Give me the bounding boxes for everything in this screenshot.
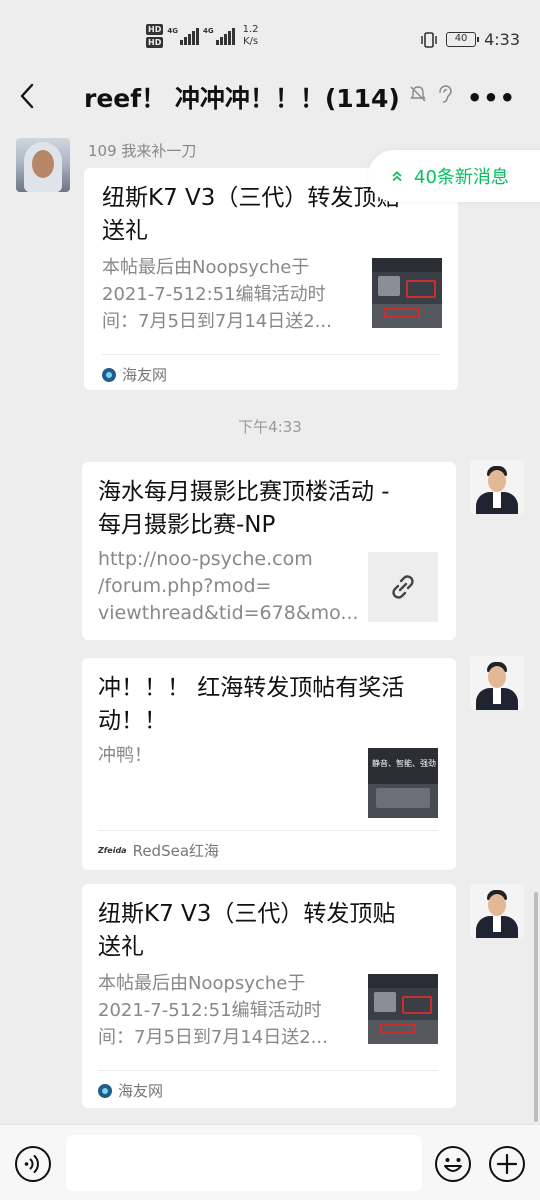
card-title-line: 纽斯K7 V3（三代）转发顶贴 [98,901,396,927]
card-desc-line: 2021-7-512:51编辑活动时 [102,284,326,305]
card-divider [98,1070,438,1071]
signal-icon-2: 4G [203,27,235,45]
battery-icon: 40 [446,32,480,47]
message-list[interactable]: 109 我来补一刀 纽斯K7 V3（三代）转发顶贴 送礼 本帖最后由Noopsy… [0,122,540,1124]
network-type-label: 4G [167,27,178,35]
card-title: 海水每月摄影比赛顶楼活动 - 每月摄影比赛-NP [98,476,390,542]
chat-header: reef！ 冲冲冲！！！(114) ••• [0,70,540,122]
source-logo-icon [98,1083,112,1098]
card-divider [98,830,438,831]
card-thumbnail: 静音、智能、强劲 [368,748,438,818]
source-name: RedSea红海 [132,842,220,860]
timestamp: 下午4:33 [238,418,302,436]
card-description: 本帖最后由Noopsyche于 2021-7-512:51编辑活动时 间：7月5… [102,254,332,335]
network-status: HD HD 4G 4G 1.2 K/s [146,24,259,48]
sender-name: 109 我来补一刀 [88,142,197,160]
link-card-message[interactable]: 海水每月摄影比赛顶楼活动 - 每月摄影比赛-NP http://noo-psyc… [82,462,456,640]
hd-badge: HD [146,24,164,35]
scrollbar[interactable] [534,892,538,1122]
card-thumbnail [372,258,442,328]
new-messages-button[interactable]: 40条新消息 [368,150,540,202]
chat-title: reef！ 冲冲冲！！！(114) [84,84,400,113]
card-title-line: 动！！ [98,708,167,734]
card-source: 海友网 [102,364,167,385]
ear-icon [439,85,452,103]
card-title: 纽斯K7 V3（三代）转发顶贴 送礼 [102,182,399,248]
message-input[interactable] [66,1135,422,1191]
card-description: 本帖最后由Noopsyche于 2021-7-512:51编辑活动时 间：7月5… [98,970,328,1051]
card-title-line: 每月摄影比赛-NP [98,512,276,538]
card-desc-line: viewthread&tid=678&mo... [98,602,359,624]
card-description: http://noo-psyche.com /forum.php?mod= vi… [98,546,359,627]
my-avatar[interactable] [470,460,524,514]
double-chevron-up-icon [392,171,402,182]
link-thumbnail [368,552,438,622]
sender-avatar[interactable] [16,138,70,192]
card-source: 海友网 [98,1080,163,1101]
network-type-label-2: 4G [202,27,214,35]
more-options-button[interactable]: ••• [467,84,516,112]
card-desc-line: 冲鸭！ [98,745,152,766]
card-divider [102,354,440,355]
source-name: 海友网 [118,1082,164,1100]
vibrate-icon [421,31,437,48]
card-desc-line: 间：7月5日到7月14日送2... [98,1027,328,1048]
card-title-line: 海水每月摄影比赛顶楼活动 - [98,479,390,505]
mute-bell-icon [410,86,426,102]
clock: 4:33 [484,30,520,49]
card-desc-line: 2021-7-512:51编辑活动时 [98,1000,322,1021]
card-title-line: 送礼 [98,934,144,960]
card-desc-line: /forum.php?mod= [98,575,272,597]
back-arrow-icon[interactable] [18,82,38,110]
card-description: 冲鸭！ [98,742,152,769]
card-desc-line: 间：7月5日到7月14日送2... [102,311,332,332]
card-title: 纽斯K7 V3（三代）转发顶贴 送礼 [98,898,395,964]
source-name: 海友网 [122,366,168,384]
network-speed: 1.2 K/s [243,24,259,48]
card-title-line: 冲！！！ 红海转发顶帖有奖活 [98,675,405,701]
card-title-line: 送礼 [102,218,148,244]
emoji-icon[interactable] [434,1145,472,1183]
new-messages-label: 40条新消息 [414,167,509,188]
my-avatar[interactable] [470,656,524,710]
card-desc-line: 本帖最后由Noopsyche于 [98,973,306,994]
link-icon [392,575,414,599]
card-desc-line: 本帖最后由Noopsyche于 [102,257,310,278]
card-source: Zfeida RedSea红海 [98,840,219,861]
card-title-line: 纽斯K7 V3（三代）转发顶贴 [102,185,400,211]
source-logo-icon [102,367,116,382]
status-bar: HD HD 4G 4G 1.2 K/s 40 4:33 [0,0,540,70]
link-card-message[interactable]: 冲！！！ 红海转发顶帖有奖活 动！！ 冲鸭！ 静音、智能、强劲 Zfeida R… [82,658,456,870]
redsea-logo: Zfeida [98,846,127,855]
my-avatar[interactable] [470,884,524,938]
card-thumbnail [368,974,438,1044]
speed-unit: K/s [242,36,259,47]
card-desc-line: http://noo-psyche.com [98,548,313,570]
hd-badge-2: HD [146,37,164,48]
signal-icon: 4G [167,27,199,45]
voice-input-icon[interactable] [14,1145,52,1183]
input-bar [0,1124,540,1200]
plus-icon[interactable] [488,1145,526,1183]
thumbnail-text: 静音、智能、强劲 [372,759,436,768]
speed-value: 1.2 [242,24,259,35]
card-title: 冲！！！ 红海转发顶帖有奖活 动！！ [98,672,404,738]
link-card-message[interactable]: 纽斯K7 V3（三代）转发顶贴 送礼 本帖最后由Noopsyche于 2021-… [82,884,456,1108]
